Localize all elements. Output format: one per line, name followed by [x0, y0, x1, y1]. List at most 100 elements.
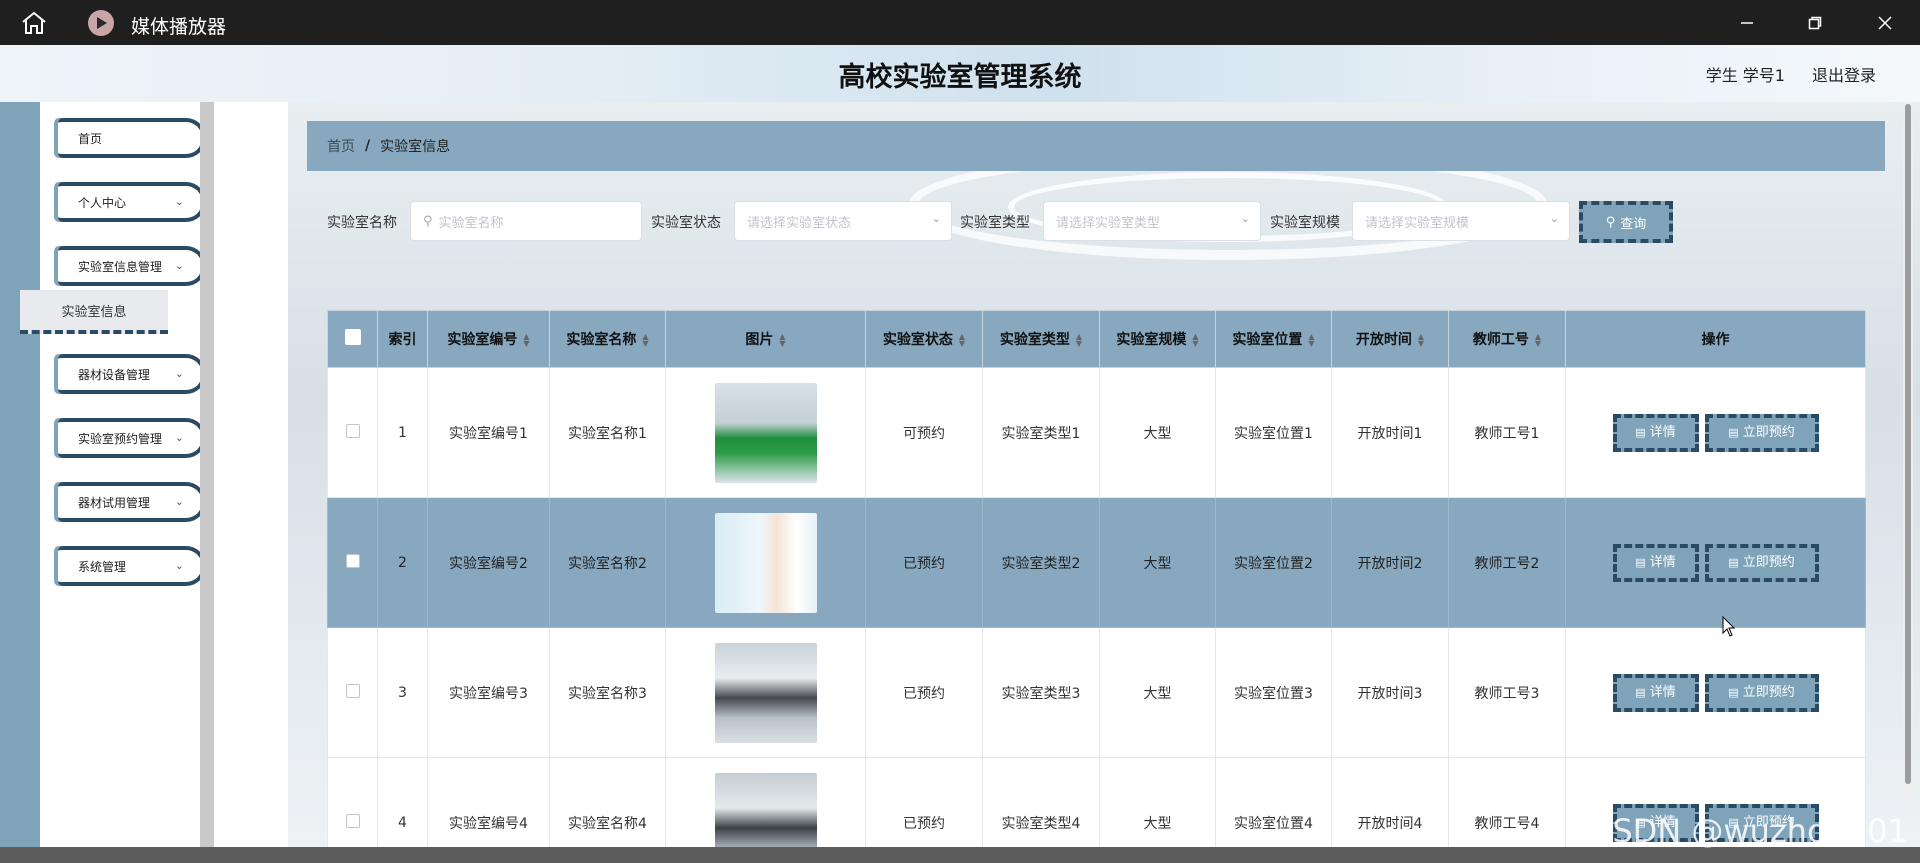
content-gutter [214, 102, 288, 847]
column-header[interactable]: 教师工号 ▲ ▼ [1448, 310, 1566, 368]
lab-name-placeholder: 实验室名称 [438, 215, 504, 231]
image-cell [665, 757, 866, 847]
actions-cell: ▤ 详情 ▤ 立即预约 [1565, 627, 1866, 758]
sort-icon[interactable]: ▲ ▼ [523, 333, 529, 348]
row-checkbox[interactable] [345, 683, 360, 698]
lab-status-select[interactable]: 请选择实验室状态 ⌄ [734, 201, 952, 241]
type-cell: 实验室类型4 [982, 757, 1100, 847]
lab-table: 索引 实验室编号 ▲ ▼ 实验室名称 ▲ ▼ 图片 ▲ ▼ 实验室状态 ▲ ▼ 实验室类型 ▲ ▼ … [327, 310, 1866, 847]
book-now-button[interactable]: ▤ 立即预约 [1704, 673, 1819, 712]
sort-icon[interactable]: ▲ ▼ [959, 333, 965, 348]
lab-scale-select[interactable]: 请选择实验室规模 ⌄ [1352, 201, 1570, 241]
detail-button[interactable]: ▤ 详情 [1612, 673, 1699, 712]
column-header[interactable]: 实验室位置 ▲ ▼ [1215, 310, 1332, 368]
sidebar-subitem-lab-info[interactable]: 实验室信息 [20, 290, 168, 334]
vertical-scrollbar-thumb[interactable] [1905, 104, 1911, 784]
row-select-cell [327, 757, 378, 847]
sidebar-item-label: 器材试用管理 [78, 495, 151, 510]
chevron-down-icon: ⌄ [174, 431, 184, 444]
lab-image[interactable] [714, 642, 817, 743]
type-cell: 实验室类型3 [982, 627, 1100, 758]
lab-name-input[interactable]: ⚲ 实验室名称 [410, 201, 642, 241]
sidebar-accent-strip [0, 102, 40, 847]
column-header-label: 教师工号 [1472, 332, 1529, 348]
detail-button[interactable]: ▤ 详情 [1612, 543, 1699, 582]
breadcrumb-home[interactable]: 首页 [327, 136, 355, 156]
sidebar-item-system-management[interactable]: 系统管理 ⌄ [58, 546, 206, 586]
sidebar-item-lab-booking-management[interactable]: 实验室预约管理 ⌄ [58, 418, 206, 458]
row-checkbox[interactable] [345, 553, 360, 568]
lab-code-cell: 实验室编号3 [427, 627, 550, 758]
scale-cell: 大型 [1099, 367, 1216, 498]
column-header[interactable]: 实验室名称 ▲ ▼ [549, 310, 666, 368]
minimize-button[interactable] [1732, 10, 1762, 36]
sidebar-item-label: 首页 [78, 131, 103, 146]
column-header-label: 开放时间 [1355, 332, 1412, 348]
lab-type-label: 实验室类型 [960, 215, 1030, 231]
table-row: 1 实验室编号1 实验室名称1 可预约 实验室类型1 大型 实验室位置1 开放时… [327, 367, 1866, 498]
sidebar-item-personal-center[interactable]: 个人中心 ⌄ [58, 182, 206, 222]
mouse-cursor-icon [1722, 616, 1736, 637]
lab-name-cell: 实验室名称3 [549, 627, 666, 758]
close-button[interactable] [1870, 10, 1900, 36]
index-cell: 2 [377, 497, 428, 628]
sort-icon[interactable]: ▲ ▼ [1192, 333, 1198, 348]
sidebar-item-equipment-management[interactable]: 器材设备管理 ⌄ [58, 354, 206, 394]
sidebar-item-equipment-trial-management[interactable]: 器材试用管理 ⌄ [58, 482, 206, 522]
sidebar-item-label: 器材设备管理 [78, 367, 151, 382]
column-header[interactable]: 实验室类型 ▲ ▼ [982, 310, 1100, 368]
document-icon: ▤ [1635, 555, 1646, 569]
type-cell: 实验室类型1 [982, 367, 1100, 498]
main-content: 首页 / 实验室信息 实验室名称 ⚲ 实验室名称 实验室状态 请选择实验室状态 … [288, 102, 1920, 847]
sidebar-item-home[interactable]: 首页 [58, 118, 206, 158]
row-select-cell [327, 497, 378, 628]
breadcrumb: 首页 / 实验室信息 [307, 121, 1885, 171]
title-bar: 媒体播放器 [0, 0, 1920, 45]
book-now-button[interactable]: ▤ 立即预约 [1704, 543, 1819, 582]
sort-icon[interactable]: ▲ ▼ [642, 333, 648, 348]
sidebar-item-lab-info-management[interactable]: 实验室信息管理 ⌄ [58, 246, 206, 286]
column-header[interactable]: 实验室编号 ▲ ▼ [427, 310, 550, 368]
minimize-icon [1741, 22, 1753, 24]
sort-icon[interactable]: ▲ ▼ [1308, 333, 1314, 348]
status-cell: 已预约 [865, 627, 983, 758]
actions-cell: ▤ 详情 ▤ 立即预约 [1565, 367, 1866, 498]
lab-name-cell: 实验室名称1 [549, 367, 666, 498]
row-checkbox[interactable] [345, 423, 360, 438]
select-all-checkbox[interactable] [344, 329, 361, 345]
column-header[interactable]: 实验室规模 ▲ ▼ [1099, 310, 1216, 368]
lab-code-cell: 实验室编号1 [427, 367, 550, 498]
column-header: 索引 [377, 310, 428, 368]
lab-code-cell: 实验室编号2 [427, 497, 550, 628]
status-cell: 已预约 [865, 757, 983, 847]
restore-icon [1808, 16, 1822, 30]
query-button[interactable]: ⚲ 查询 [1579, 201, 1673, 243]
column-header[interactable]: 实验室状态 ▲ ▼ [865, 310, 983, 368]
column-header[interactable]: 开放时间 ▲ ▼ [1331, 310, 1449, 368]
book-now-button[interactable]: ▤ 立即预约 [1704, 413, 1819, 452]
document-icon: ▤ [1635, 425, 1646, 439]
logout-link[interactable]: 退出登录 [1812, 62, 1876, 86]
document-icon: ▤ [1728, 425, 1739, 439]
home-icon[interactable] [20, 10, 48, 36]
chevron-up-icon: ⌄ [174, 259, 184, 272]
location-cell: 实验室位置4 [1215, 757, 1332, 847]
sort-icon[interactable]: ▲ ▼ [1076, 333, 1082, 348]
sort-icon[interactable]: ▲ ▼ [1418, 333, 1424, 348]
image-cell [665, 367, 866, 498]
maximize-button[interactable] [1800, 10, 1830, 36]
sort-icon[interactable]: ▲ ▼ [1535, 333, 1541, 348]
lab-image[interactable] [714, 382, 817, 483]
lab-type-select[interactable]: 请选择实验室类型 ⌄ [1043, 201, 1261, 241]
column-header-label: 实验室位置 [1232, 332, 1303, 348]
close-icon [1878, 16, 1892, 30]
row-checkbox[interactable] [345, 813, 360, 828]
type-cell: 实验室类型2 [982, 497, 1100, 628]
sort-icon[interactable]: ▲ ▼ [779, 333, 785, 348]
sidebar-item-label: 个人中心 [78, 195, 127, 210]
lab-type-placeholder: 请选择实验室类型 [1056, 215, 1161, 231]
detail-button[interactable]: ▤ 详情 [1612, 413, 1699, 452]
lab-image[interactable] [714, 772, 817, 847]
column-header[interactable]: 图片 ▲ ▼ [665, 310, 866, 368]
lab-image[interactable] [714, 512, 817, 613]
